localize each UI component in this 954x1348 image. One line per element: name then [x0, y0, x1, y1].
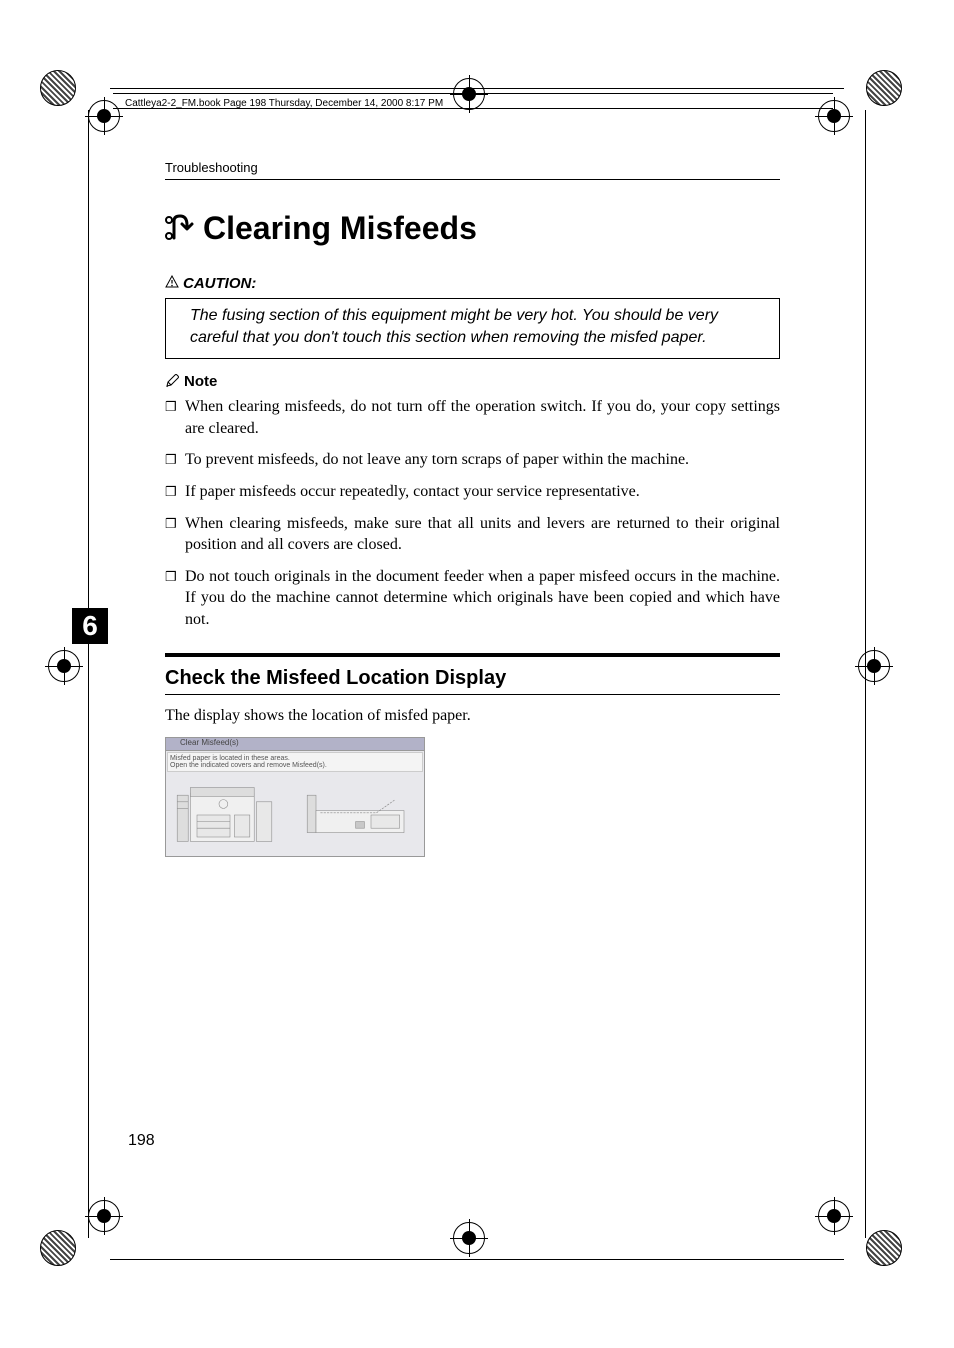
crop-mark: [866, 70, 914, 118]
crop-target: [453, 78, 501, 126]
display-msg-line: Misfed paper is located in these areas.: [170, 755, 420, 762]
crop-line: [865, 110, 866, 1238]
running-head: Troubleshooting: [165, 160, 780, 180]
section-divider: [165, 653, 780, 657]
crop-mark: [866, 1230, 914, 1278]
caution-label-text: CAUTION:: [183, 275, 256, 292]
crop-line: [88, 110, 89, 1238]
pen-icon: [165, 373, 180, 388]
list-item: Do not touch originals in the document f…: [165, 566, 780, 631]
section-title: Check the Misfeed Location Display: [165, 667, 780, 690]
page-title-row: Clearing Misfeeds: [165, 210, 780, 247]
caution-label: CAUTION:: [165, 275, 780, 292]
chapter-number: 6: [82, 610, 98, 642]
note-label: Note: [184, 373, 217, 390]
page-content: Troubleshooting Clearing Misfeeds CAUTIO…: [165, 160, 780, 857]
book-header: Cattleya2-2_FM.book Page 198 Thursday, D…: [125, 98, 443, 109]
list-item: When clearing misfeeds, do not turn off …: [165, 396, 780, 439]
display-msg-line: Open the indicated covers and remove Mis…: [170, 762, 420, 769]
list-item: To prevent misfeeds, do not leave any to…: [165, 449, 780, 471]
list-item: When clearing misfeeds, make sure that a…: [165, 513, 780, 556]
misfeed-icon: [165, 213, 195, 243]
chapter-tab: 6: [72, 608, 108, 644]
section-body: The display shows the location of misfed…: [165, 707, 780, 725]
warning-icon: [165, 275, 179, 289]
crop-mark: [40, 1230, 88, 1278]
display-body: [174, 782, 416, 848]
display-banner: Clear Misfeed(s): [166, 738, 424, 751]
caution-text: The fusing section of this equipment mig…: [190, 307, 718, 346]
display-screenshot: Clear Misfeed(s) Misfed paper is located…: [165, 737, 425, 857]
crop-line: [110, 88, 844, 89]
copier-illustration: [174, 782, 286, 848]
page-title: Clearing Misfeeds: [203, 210, 477, 246]
header-line: [113, 93, 833, 94]
crop-line: [110, 1259, 844, 1260]
crop-target: [818, 1200, 866, 1248]
page-number: 198: [128, 1132, 155, 1150]
note-list: When clearing misfeeds, do not turn off …: [165, 396, 780, 630]
caution-box: The fusing section of this equipment mig…: [165, 298, 780, 359]
crop-target: [88, 1200, 136, 1248]
feeder-illustration: [304, 782, 416, 848]
note-heading: Note: [165, 373, 780, 390]
list-item: If paper misfeeds occur repeatedly, cont…: [165, 481, 780, 503]
crop-mark: [40, 70, 88, 118]
crop-target: [453, 1222, 501, 1270]
section-underline: [165, 694, 780, 695]
display-message: Misfed paper is located in these areas. …: [167, 752, 423, 772]
